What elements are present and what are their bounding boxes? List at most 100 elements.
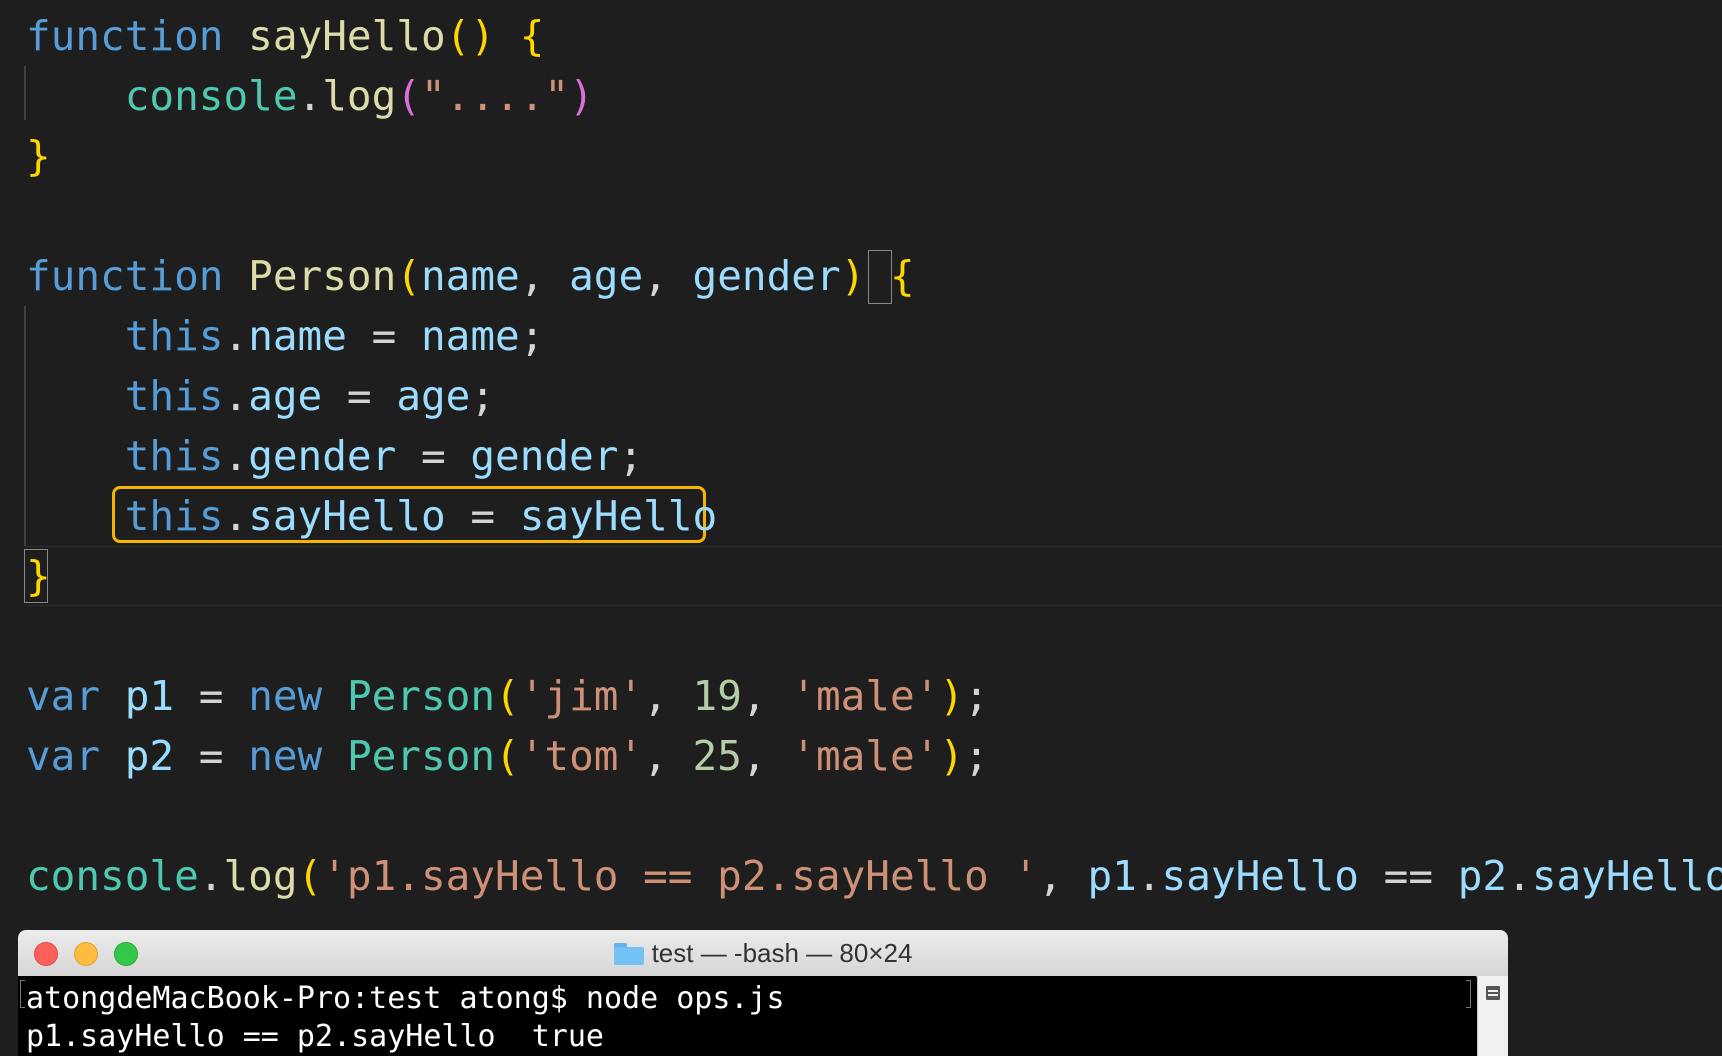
code-token: 19 xyxy=(692,672,742,720)
code-token: p1 xyxy=(1087,852,1137,900)
code-token: age xyxy=(569,252,644,300)
code-token: = xyxy=(346,312,421,360)
code-token: { xyxy=(519,12,545,60)
code-token: log xyxy=(322,72,397,120)
code-token: Person xyxy=(346,732,496,780)
code-token: , xyxy=(519,252,570,300)
code-token: gender xyxy=(470,432,619,480)
code-token: , xyxy=(643,672,693,720)
code-token: function xyxy=(26,12,224,60)
code-line: function Person(name, age, gender) { xyxy=(26,246,915,306)
code-token: age xyxy=(396,372,471,420)
code-token: ( xyxy=(396,72,421,120)
code-token: == xyxy=(1359,852,1458,900)
code-token: ) xyxy=(569,72,594,120)
code-line: function sayHello() { xyxy=(26,6,544,66)
split-pane-icon[interactable] xyxy=(1486,986,1500,1000)
code-token: , xyxy=(643,732,693,780)
code-editor[interactable]: function sayHello() { console.log("...."… xyxy=(0,0,1722,930)
code-token: "...." xyxy=(420,72,570,120)
code-token: . xyxy=(1136,852,1162,900)
code-token: ; xyxy=(519,312,545,360)
code-line: console. log('p1.sayHello == p2.sayHello … xyxy=(26,846,1722,906)
code-line: this.gender = gender; xyxy=(26,426,643,486)
code-token: , xyxy=(643,252,693,300)
code-token: this xyxy=(124,372,224,420)
code-token: () xyxy=(445,12,496,60)
code-token: new xyxy=(248,732,323,780)
code-token: { xyxy=(890,252,915,300)
code-token: console xyxy=(26,852,199,900)
code-line: this.sayHello = sayHello xyxy=(26,486,717,546)
code-token: 'jim' xyxy=(519,672,644,720)
code-token: . xyxy=(223,312,249,360)
code-token: . xyxy=(1507,852,1532,900)
code-token: 'male' xyxy=(791,672,940,720)
code-token: p2 xyxy=(1457,852,1508,900)
code-token: this xyxy=(124,432,224,480)
terminal-body[interactable]: atongdeMacBook-Pro:test atong$ node ops.… xyxy=(18,976,1476,1056)
terminal-mark-left xyxy=(20,980,25,1008)
folder-icon xyxy=(613,943,644,965)
code-token: = xyxy=(322,372,397,420)
terminal-mark-right xyxy=(1466,980,1471,1008)
code-token: ) xyxy=(939,732,965,780)
code-token: name xyxy=(420,252,520,300)
code-token: . xyxy=(297,72,323,120)
code-token: Person xyxy=(346,672,496,720)
code-token: name xyxy=(421,312,520,360)
code-token: 'p1.sayHello == p2.sayHello ' xyxy=(322,852,1039,900)
code-token: Person xyxy=(248,252,397,300)
code-token: 'male' xyxy=(791,732,940,780)
code-token: name xyxy=(248,312,347,360)
code-token: = xyxy=(174,732,249,780)
terminal-titlebar[interactable]: test — -bash — 80×24 xyxy=(18,930,1508,977)
code-token: ) xyxy=(939,672,965,720)
code-token: ( xyxy=(297,852,323,900)
terminal-window[interactable]: test — -bash — 80×24 atongdeMacBook-Pro:… xyxy=(18,930,1508,1056)
code-token: ) xyxy=(840,252,866,300)
current-line-highlight xyxy=(26,546,1722,606)
code-token: sayHello xyxy=(248,12,446,60)
code-token: this xyxy=(124,312,224,360)
code-token: ; xyxy=(618,432,644,480)
code-token: p2 xyxy=(124,732,175,780)
code-line: } xyxy=(26,126,51,186)
code-token: p1 xyxy=(124,672,175,720)
code-line: var p1 = new Person('jim', 19, 'male'); xyxy=(26,666,989,726)
code-token: ; xyxy=(964,732,989,780)
code-token: = xyxy=(396,432,471,480)
code-line: this.name = name; xyxy=(26,306,545,366)
code-token: , xyxy=(741,672,792,720)
code-token: } xyxy=(26,132,51,180)
code-token: = xyxy=(445,492,520,540)
code-token: sayHello xyxy=(519,492,718,540)
terminal-line-command: atongdeMacBook-Pro:test atong$ node ops.… xyxy=(26,981,785,1016)
code-token: ( xyxy=(495,672,520,720)
code-token: } xyxy=(26,552,51,600)
code-token: this xyxy=(124,492,224,540)
code-token: 25 xyxy=(692,732,742,780)
code-token: . xyxy=(223,492,249,540)
code-token: sayHello xyxy=(248,492,446,540)
code-token: log xyxy=(223,852,298,900)
code-token: sayHello xyxy=(1531,852,1722,900)
code-token: ( xyxy=(495,732,520,780)
code-token: gender xyxy=(692,252,841,300)
code-token: gender xyxy=(248,432,397,480)
code-token: ( xyxy=(396,252,421,300)
code-token: age xyxy=(248,372,323,420)
terminal-scrollbar[interactable] xyxy=(1477,976,1508,1056)
terminal-line-output: p1.sayHello == p2.sayHello true xyxy=(26,1019,604,1054)
code-token: var xyxy=(26,732,101,780)
